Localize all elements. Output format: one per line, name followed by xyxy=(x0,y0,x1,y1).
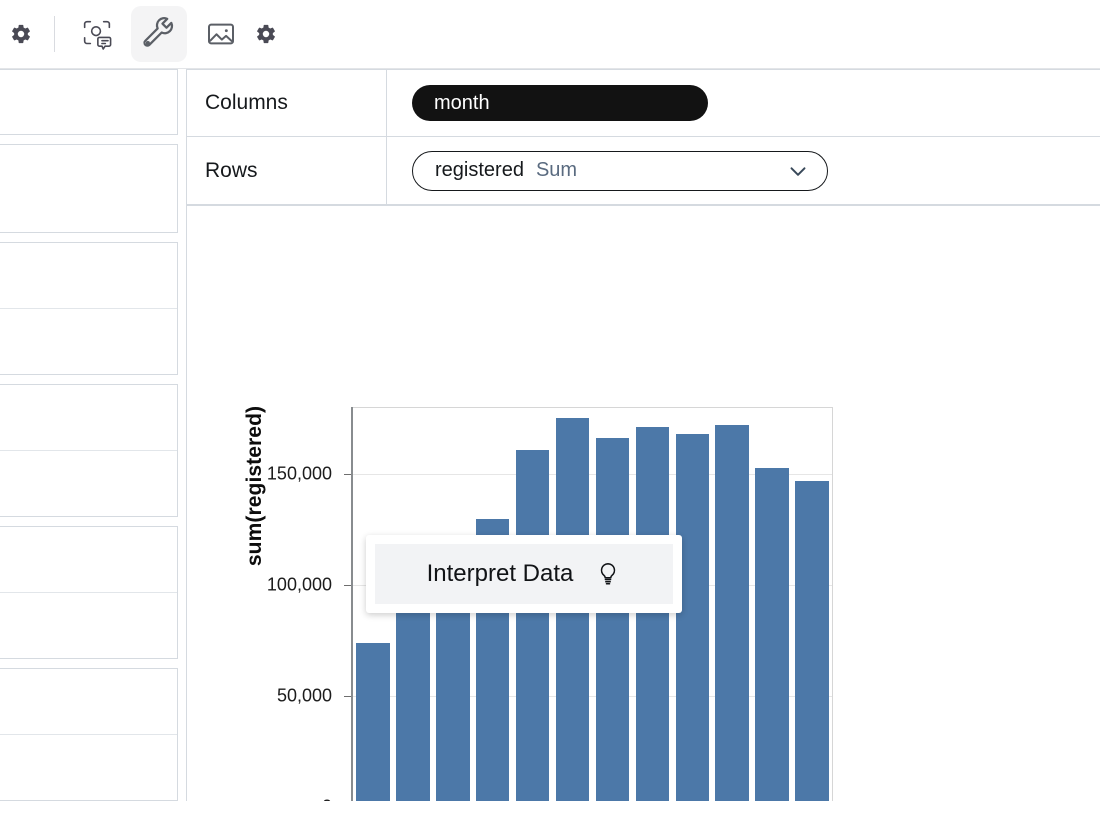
left-panel-item[interactable] xyxy=(0,243,177,309)
left-panel-item[interactable] xyxy=(0,145,177,233)
bar[interactable] xyxy=(356,643,390,801)
left-panel-item[interactable] xyxy=(0,385,177,451)
field-pill-registered[interactable]: registered Sum xyxy=(412,151,828,191)
y-axis-line xyxy=(351,407,353,801)
bar[interactable] xyxy=(755,468,789,801)
explain-data-icon[interactable] xyxy=(69,6,125,62)
plot-border-top xyxy=(353,407,833,408)
y-tick-mark xyxy=(344,585,351,586)
left-panel-group[interactable] xyxy=(0,526,178,659)
bar[interactable] xyxy=(596,438,630,801)
field-pill-month-label: month xyxy=(434,92,490,115)
main-panel: Columns month Rows registered Sum xyxy=(186,69,1100,820)
lightbulb-icon xyxy=(595,561,621,587)
visualization-panel: sum(registered) 150,000 100,000 50,000 xyxy=(186,205,1100,801)
left-panel-group[interactable] xyxy=(0,144,178,233)
rows-shelf-content[interactable]: registered Sum xyxy=(387,137,1100,204)
left-panel-group[interactable] xyxy=(0,242,178,375)
gear-icon[interactable] xyxy=(249,17,283,51)
interpret-data-inner: Interpret Data xyxy=(375,544,673,604)
y-tick-label: 50,000 xyxy=(212,686,332,707)
bar[interactable] xyxy=(516,450,550,801)
bar-chart: sum(registered) 150,000 100,000 50,000 xyxy=(187,206,1100,801)
left-panel-item[interactable] xyxy=(0,70,177,136)
bar[interactable] xyxy=(795,481,829,801)
left-panel-group[interactable] xyxy=(0,69,178,135)
y-tick-label: 100,000 xyxy=(212,575,332,596)
y-tick-label: 150,000 xyxy=(212,464,332,485)
top-toolbar xyxy=(0,0,1100,68)
field-pill-month[interactable]: month xyxy=(412,85,708,121)
left-side-panel xyxy=(0,69,178,820)
left-panel-gap xyxy=(0,375,178,384)
left-panel-item[interactable] xyxy=(0,669,177,735)
y-tick-mark xyxy=(344,474,351,475)
left-panel-item[interactable] xyxy=(0,309,177,375)
field-pill-registered-label: registered xyxy=(435,159,524,182)
left-panel-gap xyxy=(0,135,178,144)
left-panel-group[interactable] xyxy=(0,384,178,517)
settings-icon[interactable] xyxy=(4,17,38,51)
left-panel-item[interactable] xyxy=(0,735,177,801)
left-panel-item[interactable] xyxy=(0,451,177,517)
bar[interactable] xyxy=(676,434,710,801)
bar[interactable] xyxy=(715,425,749,801)
y-tick-label: 0 xyxy=(212,797,332,802)
app-root: Columns month Rows registered Sum xyxy=(0,0,1100,820)
interpret-data-label: Interpret Data xyxy=(427,560,574,588)
bar[interactable] xyxy=(396,605,430,801)
toolbar-divider xyxy=(54,16,55,52)
image-icon[interactable] xyxy=(193,6,249,62)
columns-shelf-content[interactable]: month xyxy=(387,70,1100,136)
left-panel-group[interactable] xyxy=(0,668,178,801)
columns-shelf-label: Columns xyxy=(187,70,387,136)
chevron-down-icon[interactable] xyxy=(785,158,811,184)
left-panel-item[interactable] xyxy=(0,527,177,593)
y-tick-mark xyxy=(344,696,351,697)
plot-border-right xyxy=(832,407,833,801)
field-pill-aggregation: Sum xyxy=(536,159,577,182)
left-panel-item[interactable] xyxy=(0,593,177,659)
rows-shelf: Rows registered Sum xyxy=(186,137,1100,205)
bar[interactable] xyxy=(636,427,670,801)
left-panel-gap xyxy=(0,233,178,242)
rows-shelf-label: Rows xyxy=(187,137,387,204)
wrench-icon[interactable] xyxy=(131,6,187,62)
left-panel-gap xyxy=(0,517,178,526)
interpret-data-card[interactable]: Interpret Data xyxy=(366,535,682,613)
left-panel-gap xyxy=(0,659,178,668)
columns-shelf: Columns month xyxy=(186,69,1100,137)
